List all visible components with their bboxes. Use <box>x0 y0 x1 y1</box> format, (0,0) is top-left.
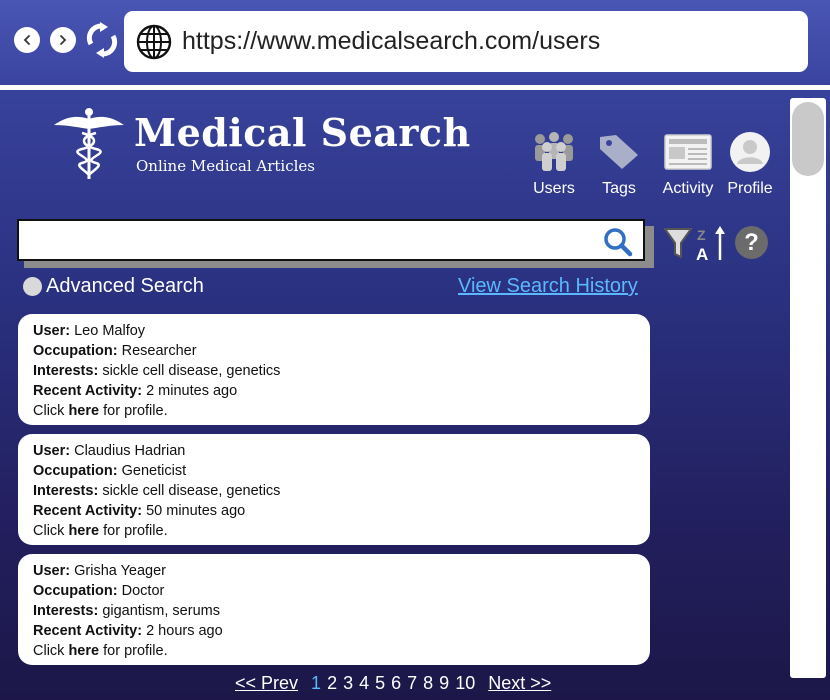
card-interests-line: Interests: sickle cell disease, genetics <box>33 483 281 499</box>
card-activity-line: Recent Activity: 2 minutes ago <box>33 383 238 399</box>
profile-link[interactable]: here <box>68 523 99 539</box>
svg-text:Z: Z <box>697 227 706 243</box>
user-interests: sickle cell disease, genetics <box>102 363 281 379</box>
users-icon <box>535 132 573 171</box>
filter-icon[interactable] <box>664 226 692 260</box>
back-button[interactable] <box>14 27 40 53</box>
card-occupation-line: Occupation: Researcher <box>33 343 197 359</box>
user-recent-activity: 50 minutes ago <box>146 503 246 519</box>
result-card: User: Claudius Hadrian Occupation: Genet… <box>18 434 650 545</box>
browser-bar: https://www.medicalsearch.com/users <box>0 0 830 85</box>
search-icon[interactable] <box>603 227 633 257</box>
user-recent-activity: 2 minutes ago <box>146 383 238 399</box>
nav-tags[interactable]: Tags <box>596 128 642 198</box>
chevron-left-icon <box>23 35 30 45</box>
globe-icon <box>136 24 172 60</box>
user-occupation: Doctor <box>121 583 165 599</box>
card-activity-line: Recent Activity: 2 hours ago <box>33 623 223 639</box>
page-link-7[interactable]: 7 <box>407 673 417 694</box>
view-search-history-link[interactable]: View Search History <box>458 275 638 298</box>
nav-profile-label: Profile <box>727 180 773 197</box>
profile-link[interactable]: here <box>68 403 99 419</box>
nav-users-label: Users <box>533 180 575 197</box>
profile-link[interactable]: here <box>68 643 99 659</box>
page-link-3[interactable]: 3 <box>343 673 353 694</box>
advanced-search-label[interactable]: Advanced Search <box>46 275 204 298</box>
page-link-9[interactable]: 9 <box>439 673 449 694</box>
refresh-icon[interactable] <box>86 22 118 58</box>
result-card: User: Leo Malfoy Occupation: Researcher … <box>18 314 650 425</box>
search-input[interactable] <box>25 225 599 257</box>
user-name: Grisha Yeager <box>74 563 167 579</box>
site-subtitle: Online Medical Articles <box>136 157 316 175</box>
nav-activity[interactable]: Activity <box>660 128 716 198</box>
site-title: Medical Search <box>134 110 471 155</box>
scrollbar-thumb[interactable] <box>792 102 824 176</box>
forward-button[interactable] <box>50 27 76 53</box>
card-activity-line: Recent Activity: 50 minutes ago <box>33 503 246 519</box>
tag-icon <box>600 135 638 169</box>
page-link-4[interactable]: 4 <box>359 673 369 694</box>
card-user-line: User: Claudius Hadrian <box>33 443 186 459</box>
address-bar[interactable]: https://www.medicalsearch.com/users <box>124 11 808 72</box>
card-user-line: User: Grisha Yeager <box>33 563 167 579</box>
pagination: << Prev 1 2 3 4 5 6 7 8 9 10 Next >> <box>235 673 551 694</box>
nav-tags-label: Tags <box>602 180 636 197</box>
nav-profile[interactable]: Profile <box>724 128 776 198</box>
card-profile-line: Click here for profile. <box>33 523 168 539</box>
card-profile-line: Click here for profile. <box>33 403 168 419</box>
page-link-10[interactable]: 10 <box>455 673 475 694</box>
nav-users[interactable]: Users <box>528 128 580 198</box>
page-link-8[interactable]: 8 <box>423 673 433 694</box>
caduceus-logo-icon <box>54 108 124 179</box>
search-box[interactable] <box>17 219 645 261</box>
user-occupation: Researcher <box>121 343 197 359</box>
card-interests-line: Interests: gigantism, serums <box>33 603 220 619</box>
card-occupation-line: Occupation: Geneticist <box>33 463 187 479</box>
user-name: Claudius Hadrian <box>74 443 186 459</box>
card-profile-line: Click here for profile. <box>33 643 168 659</box>
next-page-link[interactable]: Next >> <box>488 673 551 694</box>
page-link-1[interactable]: 1 <box>311 673 321 694</box>
card-user-line: User: Leo Malfoy <box>33 323 146 339</box>
page-link-2[interactable]: 2 <box>327 673 337 694</box>
nav-activity-label: Activity <box>662 180 714 197</box>
profile-icon <box>730 132 770 172</box>
advanced-search-radio[interactable] <box>23 277 42 296</box>
user-interests: sickle cell disease, genetics <box>102 483 281 499</box>
card-interests-line: Interests: sickle cell disease, genetics <box>33 363 281 379</box>
page-link-5[interactable]: 5 <box>375 673 385 694</box>
sort-z-a-icon[interactable]: Z A <box>694 224 728 262</box>
url-text[interactable]: https://www.medicalsearch.com/users <box>182 27 600 56</box>
help-icon[interactable]: ? <box>735 226 768 259</box>
prev-page-link[interactable]: << Prev <box>235 673 298 694</box>
chevron-right-icon <box>60 35 67 45</box>
card-occupation-line: Occupation: Doctor <box>33 583 165 599</box>
user-interests: gigantism, serums <box>102 603 220 619</box>
user-recent-activity: 2 hours ago <box>146 623 223 639</box>
divider <box>0 85 830 90</box>
user-name: Leo Malfoy <box>74 323 146 339</box>
result-card: User: Grisha Yeager Occupation: Doctor I… <box>18 554 650 665</box>
svg-text:A: A <box>696 245 708 262</box>
page-link-6[interactable]: 6 <box>391 673 401 694</box>
activity-icon <box>664 134 712 170</box>
user-occupation: Geneticist <box>121 463 187 479</box>
scrollbar[interactable] <box>790 98 826 678</box>
